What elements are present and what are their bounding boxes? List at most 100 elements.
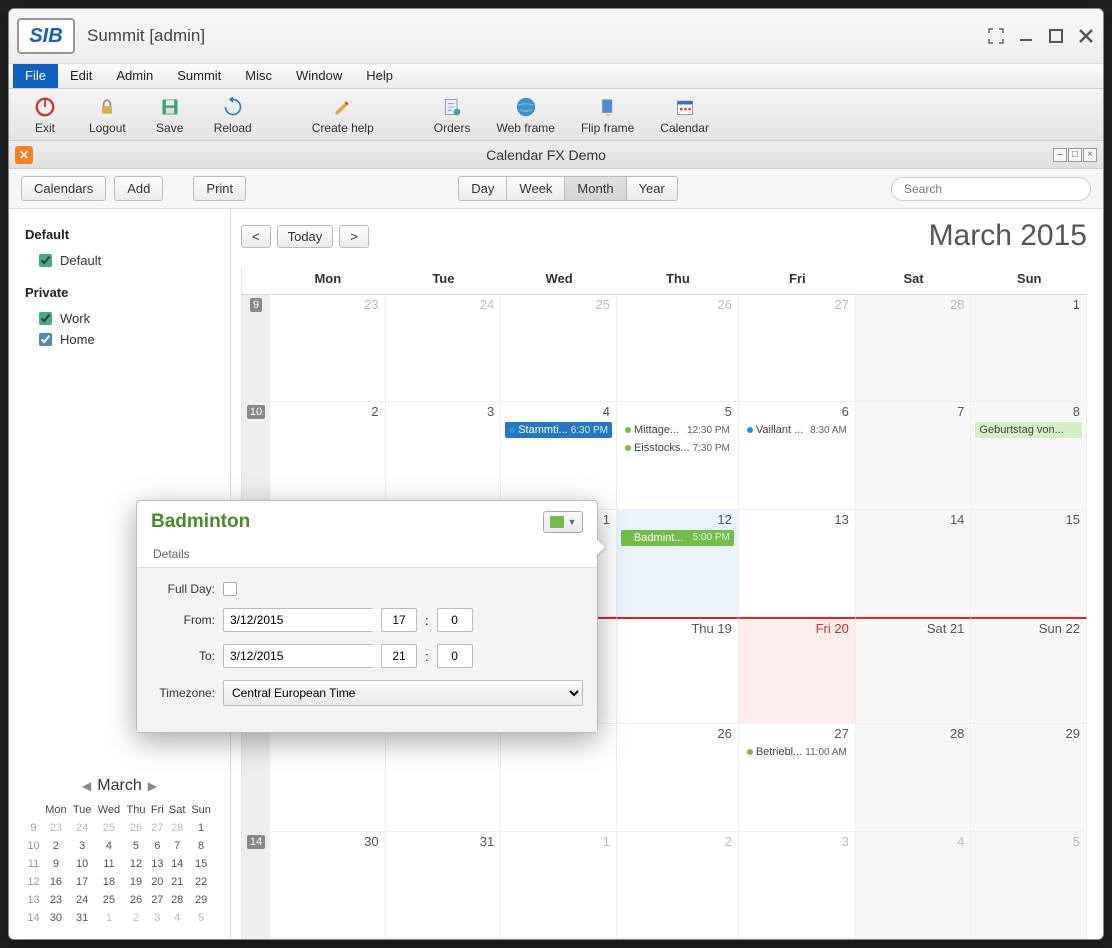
sub-close-icon[interactable]: × xyxy=(1083,148,1097,162)
menu-file[interactable]: File xyxy=(13,64,58,88)
power-icon xyxy=(33,95,57,119)
day-cell[interactable]: 5 xyxy=(971,832,1087,939)
day-cell[interactable]: 5Mittage...12:30 PMEisstocks...7:30 PM xyxy=(617,402,739,509)
minimize-icon[interactable] xyxy=(1017,27,1035,45)
tool-calendar[interactable]: Calendar xyxy=(654,93,715,137)
color-picker-button[interactable]: ▼ xyxy=(543,511,583,533)
print-button[interactable]: Print xyxy=(193,176,246,201)
prev-button[interactable]: < xyxy=(241,225,271,248)
day-cell[interactable]: 30 xyxy=(270,832,386,939)
search-input[interactable] xyxy=(891,177,1091,201)
to-hour-input[interactable] xyxy=(381,644,417,668)
day-cell[interactable]: 2 xyxy=(617,832,739,939)
menu-misc[interactable]: Misc xyxy=(233,64,284,88)
day-cell[interactable]: 28 xyxy=(856,724,972,831)
day-cell[interactable]: 1 xyxy=(971,295,1087,402)
tool-create-help[interactable]: Create help xyxy=(306,93,380,137)
color-swatch xyxy=(550,516,564,528)
day-cell[interactable]: 2 xyxy=(270,402,386,509)
day-cell[interactable]: Thu 19 xyxy=(617,617,739,724)
day-cell[interactable]: 4 xyxy=(856,832,972,939)
calendars-button[interactable]: Calendars xyxy=(21,176,106,201)
minical-table[interactable]: MonTueWedThuFriSatSun9232425262728110234… xyxy=(25,801,214,927)
close-icon[interactable] xyxy=(1077,27,1095,45)
calendar-icon xyxy=(673,95,697,119)
view-month[interactable]: Month xyxy=(564,176,626,201)
sub-minimize-icon[interactable]: – xyxy=(1053,148,1067,162)
day-cell[interactable]: 26 xyxy=(617,724,739,831)
subwindow-close-icon[interactable]: ✕ xyxy=(15,146,33,164)
minical-month: March xyxy=(97,777,141,795)
from-hour-input[interactable] xyxy=(381,608,417,632)
titlebar: SIB Summit [admin] xyxy=(9,9,1103,63)
day-cell[interactable]: 3 xyxy=(739,832,856,939)
to-date-input[interactable] xyxy=(224,645,391,667)
day-cell[interactable]: 27 xyxy=(739,295,856,402)
view-week[interactable]: Week xyxy=(506,176,565,201)
day-cell[interactable]: 29 xyxy=(971,724,1087,831)
maximize-icon[interactable] xyxy=(1047,27,1065,45)
day-cell[interactable]: 8Geburtstag von... xyxy=(971,402,1087,509)
day-cell[interactable]: 15 xyxy=(971,510,1087,617)
menu-edit[interactable]: Edit xyxy=(58,64,104,88)
day-cell[interactable] xyxy=(270,724,386,831)
menu-help[interactable]: Help xyxy=(354,64,405,88)
day-cell[interactable]: 4Stammti...6:30 PM xyxy=(501,402,617,509)
menu-summit[interactable]: Summit xyxy=(165,64,233,88)
fullday-checkbox[interactable] xyxy=(223,582,237,596)
add-button[interactable]: Add xyxy=(114,176,163,201)
event-popup: Badminton ▼ Details Full Day: From: ▦ : … xyxy=(136,500,598,733)
cal-home[interactable]: Home xyxy=(25,329,214,350)
day-cell[interactable]: 6Vaillant ...8:30 AM xyxy=(739,402,856,509)
tool-web-frame[interactable]: Web frame xyxy=(490,93,560,137)
menu-window[interactable]: Window xyxy=(284,64,354,88)
popup-pointer xyxy=(595,537,605,557)
day-cell[interactable]: 31 xyxy=(386,832,502,939)
day-cell[interactable]: 28 xyxy=(856,295,972,402)
subwindow-header: ✕ Calendar FX Demo – □ × xyxy=(9,141,1103,169)
day-cell[interactable] xyxy=(501,724,617,831)
view-year[interactable]: Year xyxy=(626,176,678,201)
controls-bar: Calendars Add Print Day Week Month Year xyxy=(9,169,1103,209)
tool-reload[interactable]: Reload xyxy=(208,93,258,137)
day-cell[interactable]: 27Betriebl...11:00 AM xyxy=(739,724,856,831)
minical-next[interactable]: ▶ xyxy=(148,779,157,793)
day-cell[interactable] xyxy=(386,724,502,831)
day-cell[interactable]: 13 xyxy=(739,510,856,617)
next-button[interactable]: > xyxy=(339,225,369,248)
chevron-down-icon: ▼ xyxy=(568,517,577,527)
tool-orders[interactable]: Orders xyxy=(428,93,477,137)
day-cell[interactable]: 7 xyxy=(856,402,972,509)
day-cell[interactable]: 26 xyxy=(617,295,739,402)
day-cell[interactable]: 14 xyxy=(856,510,972,617)
view-day[interactable]: Day xyxy=(458,176,507,201)
toolbar: Exit Logout Save Reload Create help Orde… xyxy=(9,89,1103,141)
day-cell[interactable]: 24 xyxy=(386,295,502,402)
minical-prev[interactable]: ◀ xyxy=(82,779,91,793)
timezone-select[interactable]: Central European Time xyxy=(223,680,583,706)
day-cell[interactable]: Sat 21 xyxy=(856,617,972,724)
orders-icon xyxy=(440,95,464,119)
cal-work[interactable]: Work xyxy=(25,308,214,329)
tool-save[interactable]: Save xyxy=(146,93,194,137)
day-cell[interactable]: 12Badmint...5:00 PM xyxy=(617,510,739,617)
day-cell[interactable]: 3 xyxy=(386,402,502,509)
fullscreen-icon[interactable] xyxy=(987,27,1005,45)
tab-details[interactable]: Details xyxy=(151,543,192,567)
flip-icon xyxy=(596,95,620,119)
sub-maximize-icon[interactable]: □ xyxy=(1068,148,1082,162)
menu-admin[interactable]: Admin xyxy=(104,64,165,88)
tool-flip-frame[interactable]: Flip frame xyxy=(575,93,640,137)
day-cell[interactable]: 23 xyxy=(270,295,386,402)
tool-logout[interactable]: Logout xyxy=(83,93,132,137)
day-cell[interactable]: Fri 20 xyxy=(739,617,856,724)
today-button[interactable]: Today xyxy=(277,225,334,248)
from-date-input[interactable] xyxy=(224,609,391,631)
from-min-input[interactable] xyxy=(437,608,473,632)
to-min-input[interactable] xyxy=(437,644,473,668)
tool-exit[interactable]: Exit xyxy=(21,93,69,137)
cal-default[interactable]: Default xyxy=(25,250,214,271)
day-cell[interactable]: Sun 22 xyxy=(971,617,1087,724)
day-cell[interactable]: 25 xyxy=(501,295,617,402)
day-cell[interactable]: 1 xyxy=(501,832,617,939)
